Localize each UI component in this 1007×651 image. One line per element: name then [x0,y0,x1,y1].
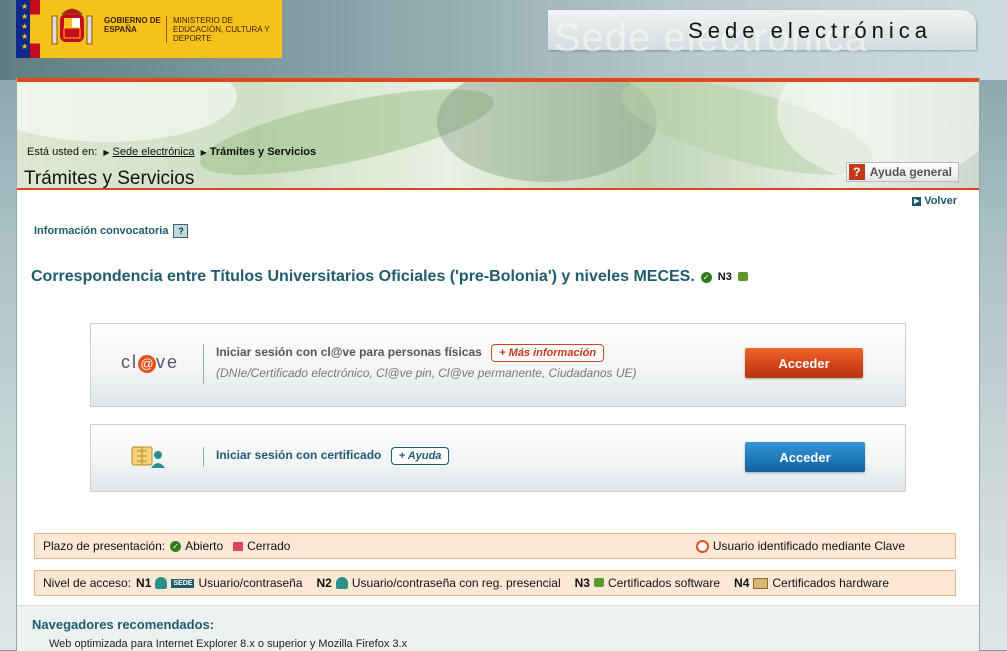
help-general-button[interactable]: ? Ayuda general [845,162,959,182]
cert-help-button[interactable]: + Ayuda [390,447,450,465]
eu-flag-icon: ★ ★ ★ ★ ★ [16,0,40,58]
chevron-right-icon: ▶ [200,148,207,157]
clave-acceder-button[interactable]: Acceder [745,348,863,378]
site-title: Sede electrónica [688,18,932,43]
clave-user-icon [695,539,709,553]
lock-icon [737,271,748,281]
level-n2: N2 [316,576,332,590]
browsers-text: Web optimizada para Internet Explorer 8.… [49,638,408,650]
access-level-label: N3 [717,271,732,283]
accent-line [17,188,979,190]
arrow-right-icon: ▶ [912,196,922,206]
lock-icon [593,577,604,587]
open-status-icon: ✓ [700,271,712,283]
chevron-right-icon: ▶ [103,148,110,157]
ministerio-text: MINISTERIO DE EDUCACIÓN, CULTURA Y DEPOR… [166,16,283,43]
procedure-title-text: Correspondencia entre Títulos Universita… [31,268,695,285]
level-n3: N3 [574,576,590,590]
legend-nivel: Nivel de acceso: N1 SEDE Usuario/contras… [34,570,956,596]
back-link[interactable]: ▶ Volver [912,195,957,207]
at-icon: @ [138,355,156,373]
back-label: Volver [924,195,957,207]
cert-acceder-button[interactable]: Acceder [745,442,865,472]
legend-plazo-label: Plazo de presentación: [43,539,166,553]
browsers-footer: Navegadores recomendados: Web optimizada… [17,605,979,651]
help-general-label: Ayuda general [869,165,952,179]
breadcrumb-prefix: Está usted en: [27,146,98,158]
hero-banner: Está usted en: ▶ Sede electrónica ▶ Trámit… [17,82,979,188]
user-pen-icon [335,577,348,589]
login-clave-title: Iniciar sesión con cl@ve para personas f… [216,344,605,362]
more-info-button[interactable]: + Más información [491,344,605,362]
main-frame: Está usted en: ▶ Sede electrónica ▶ Trámit… [16,78,980,651]
legend-nivel-label: Nivel de acceso: [43,576,132,590]
login-clave-box: cl @ ve Iniciar sesión con cl@ve para pers… [90,323,906,407]
divider [203,344,204,384]
browsers-title: Navegadores recomendados: [32,617,215,632]
help-icon: ? [173,224,189,238]
top-banner: ★ ★ ★ ★ ★ GOBIERNO DE ESPAÑA MINISTERIO DE E… [0,0,1007,80]
level-n1-text: Usuario/contraseña [198,576,303,590]
help-icon: ? [848,164,865,180]
clave-logo: cl @ ve [121,352,180,373]
government-logo[interactable]: ★ ★ ★ ★ ★ GOBIERNO DE ESPAÑA MINISTERIO DE E… [16,0,282,58]
gobierno-text: GOBIERNO DE ESPAÑA [104,16,161,34]
level-n4: N4 [734,576,750,590]
hardware-token-icon [753,577,769,589]
level-n2-text: Usuario/contraseña con reg. presencial [351,576,561,590]
open-status-icon: ✓ [170,540,182,552]
divider [203,447,204,467]
level-n3-text: Certificados software [607,576,721,590]
breadcrumb-current: Trámites y Servicios [209,146,317,158]
info-convocatoria-label: Información convocatoria [34,225,169,237]
level-n4-text: Certificados hardware [772,576,890,590]
coat-of-arms-icon [51,8,93,45]
info-convocatoria-link[interactable]: Información convocatoria ? [34,224,189,238]
user-icon [155,577,168,589]
login-cert-title: Iniciar sesión con certificado + Ayuda [216,447,450,465]
legend-open: Abierto [185,539,224,553]
closed-status-icon [233,541,244,551]
login-cert-box: Iniciar sesión con certificado + Ayuda A… [90,424,906,492]
legend-clave-user: Usuario identificado mediante Clave [712,539,905,553]
page-title: Trámites y Servicios [24,168,195,188]
procedure-title: Correspondencia entre Títulos Universita… [31,268,748,286]
breadcrumb-link-sede[interactable]: Sede electrónica [113,146,195,158]
level-n1: N1 [136,576,152,590]
breadcrumb: Está usted en: ▶ Sede electrónica ▶ Trámit… [27,146,316,158]
legend-plazo: Plazo de presentación: ✓ Abierto Cerrado… [34,533,956,559]
sede-badge: SEDE [171,578,195,588]
site-title-tab: Sede electrónica Sede electrónica [548,10,976,60]
legend-closed: Cerrado [247,539,291,553]
login-clave-subtitle: (DNIe/Certificado electrónico, Cl@ve pin… [216,366,637,380]
certificate-user-icon [131,446,165,468]
